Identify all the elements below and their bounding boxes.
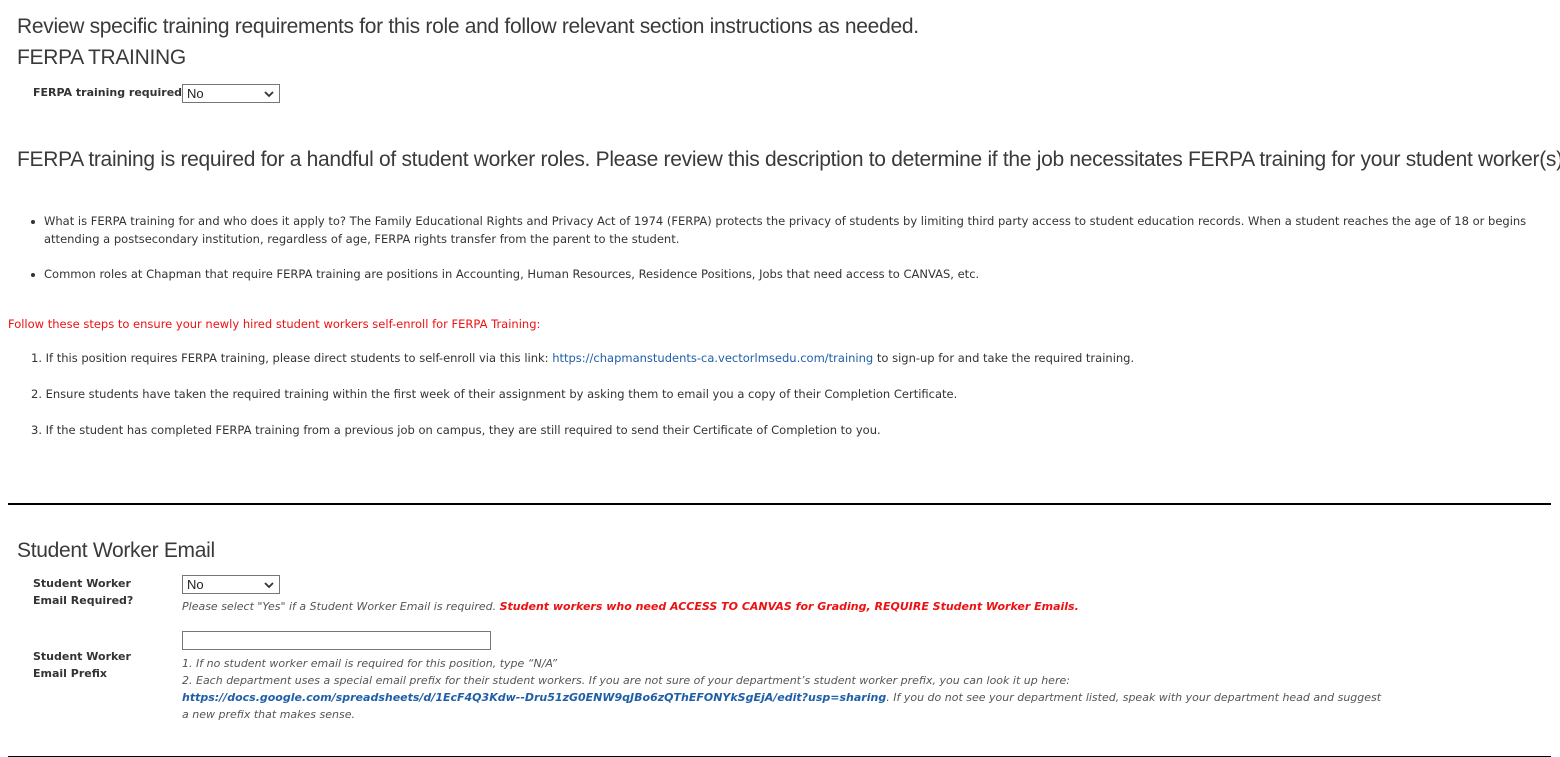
email-required-help: Please select "Yes" if a Student Worker … [182, 600, 1079, 613]
ferpa-required-select-value: No [187, 86, 204, 101]
email-required-select[interactable]: No [182, 575, 280, 594]
ferpa-description: FERPA training is required for a handful… [17, 148, 1560, 171]
steps-title: Follow these steps to ensure your newly … [8, 317, 541, 331]
step-item: 2. Ensure students have taken the requir… [31, 387, 958, 401]
prefix-spreadsheet-link[interactable]: https://docs.google.com/spreadsheets/d/1… [182, 691, 886, 704]
help-text: Please select "Yes" if a Student Worker … [182, 600, 500, 613]
ferpa-required-select[interactable]: No [182, 84, 280, 103]
list-item: What is FERPA training for and who does … [28, 212, 1538, 248]
step-text: to sign-up for and take the required tra… [873, 351, 1135, 365]
email-prefix-help: 1. If no student worker email is require… [182, 655, 1382, 723]
steps-list: 1. If this position requires FERPA train… [31, 351, 1134, 459]
email-required-label: Student Worker Email Required? [33, 577, 134, 607]
list-item: Common roles at Chapman that require FER… [28, 265, 1538, 283]
step-item: 3. If the student has completed FERPA tr… [31, 423, 881, 437]
ferpa-required-label: FERPA training required? [33, 86, 189, 99]
step-item: 1. If this position requires FERPA train… [31, 351, 1134, 387]
help-text-part: 2. Each department uses a special email … [182, 674, 1070, 687]
email-required-select-value: No [187, 577, 204, 592]
step-text: 1. If this position requires FERPA train… [31, 351, 553, 365]
email-prefix-input[interactable] [182, 631, 491, 650]
section-divider [8, 503, 1551, 505]
ferpa-info-list: What is FERPA training for and who does … [28, 212, 1538, 300]
training-link[interactable]: https://chapmanstudents-ca.vectorlmsedu.… [552, 351, 873, 365]
intro-text: Review specific training requirements fo… [17, 15, 919, 38]
chevron-down-icon [264, 90, 274, 97]
chevron-down-icon [264, 581, 274, 588]
email-section-heading: Student Worker Email [17, 539, 215, 562]
canvas-warning: Student workers who need ACCESS TO CANVA… [499, 600, 1079, 613]
email-prefix-label: Student Worker Email Prefix [33, 650, 131, 680]
help-text: 2. Each department uses a special email … [182, 672, 1382, 723]
ferpa-section-heading: FERPA TRAINING [17, 46, 186, 69]
help-text: 1. If no student worker email is require… [182, 657, 558, 670]
